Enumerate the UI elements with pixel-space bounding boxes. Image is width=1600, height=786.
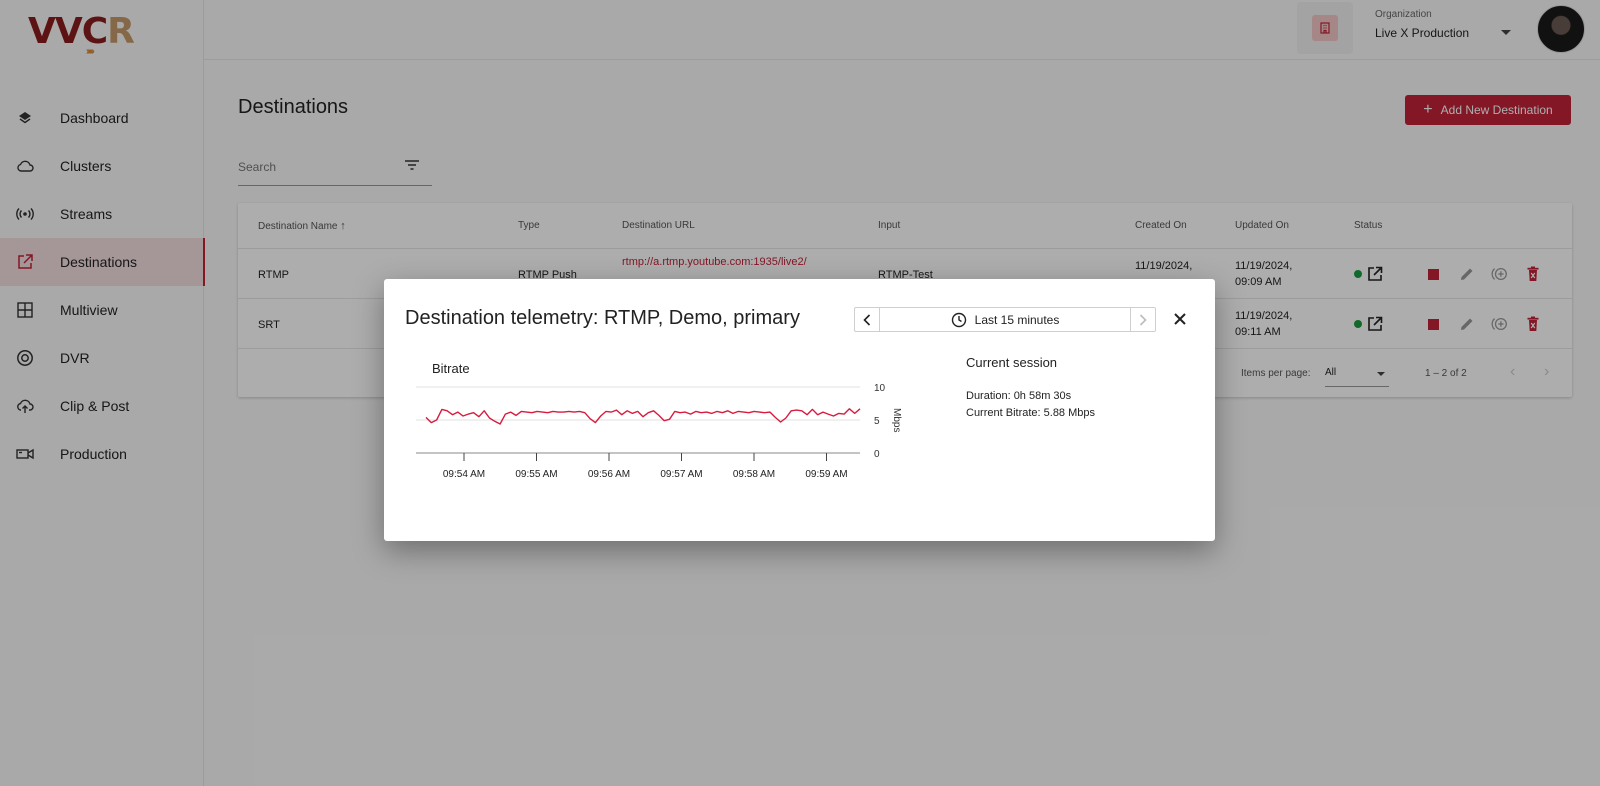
chart-title: Bitrate — [432, 361, 470, 376]
clock-icon — [951, 312, 966, 327]
bitrate-chart: 0 5 10 Mbps 09:54 AM 09:55 AM 09:56 AM 09:57 AM… — [416, 383, 902, 480]
x-tick-label: 09:59 AM — [805, 469, 847, 480]
close-icon — [1174, 313, 1186, 325]
dialog-title: Destination telemetry: RTMP, Demo, prima… — [405, 307, 800, 329]
y-tick-label: 0 — [874, 449, 880, 460]
close-button[interactable] — [1168, 307, 1192, 331]
session-duration: Duration: 0h 58m 30s — [966, 390, 1072, 402]
x-tick-label: 09:57 AM — [660, 469, 702, 480]
y-tick-label: 5 — [874, 416, 880, 427]
y-tick-label: 10 — [874, 383, 886, 394]
x-tick-label: 09:54 AM — [443, 469, 485, 480]
session-title: Current session — [966, 355, 1058, 370]
x-tick-label: 09:58 AM — [733, 469, 775, 480]
y-axis-label: Mbps — [891, 408, 902, 432]
time-range-prev-button[interactable] — [855, 308, 880, 331]
x-tick-label: 09:55 AM — [515, 469, 557, 480]
series-line — [425, 408, 861, 425]
telemetry-dialog: Destination telemetry: RTMP, Demo, prima… — [384, 279, 1215, 541]
x-tick-label: 09:56 AM — [588, 469, 630, 480]
chevron-left-icon — [863, 313, 871, 326]
time-range-next-button[interactable] — [1130, 308, 1155, 331]
time-range-select[interactable]: Last 15 minutes — [880, 308, 1130, 331]
session-bitrate: Current Bitrate: 5.88 Mbps — [966, 407, 1096, 419]
time-range-picker: Last 15 minutes — [854, 307, 1156, 332]
chevron-right-icon — [1139, 313, 1147, 326]
time-range-label: Last 15 minutes — [974, 312, 1060, 327]
